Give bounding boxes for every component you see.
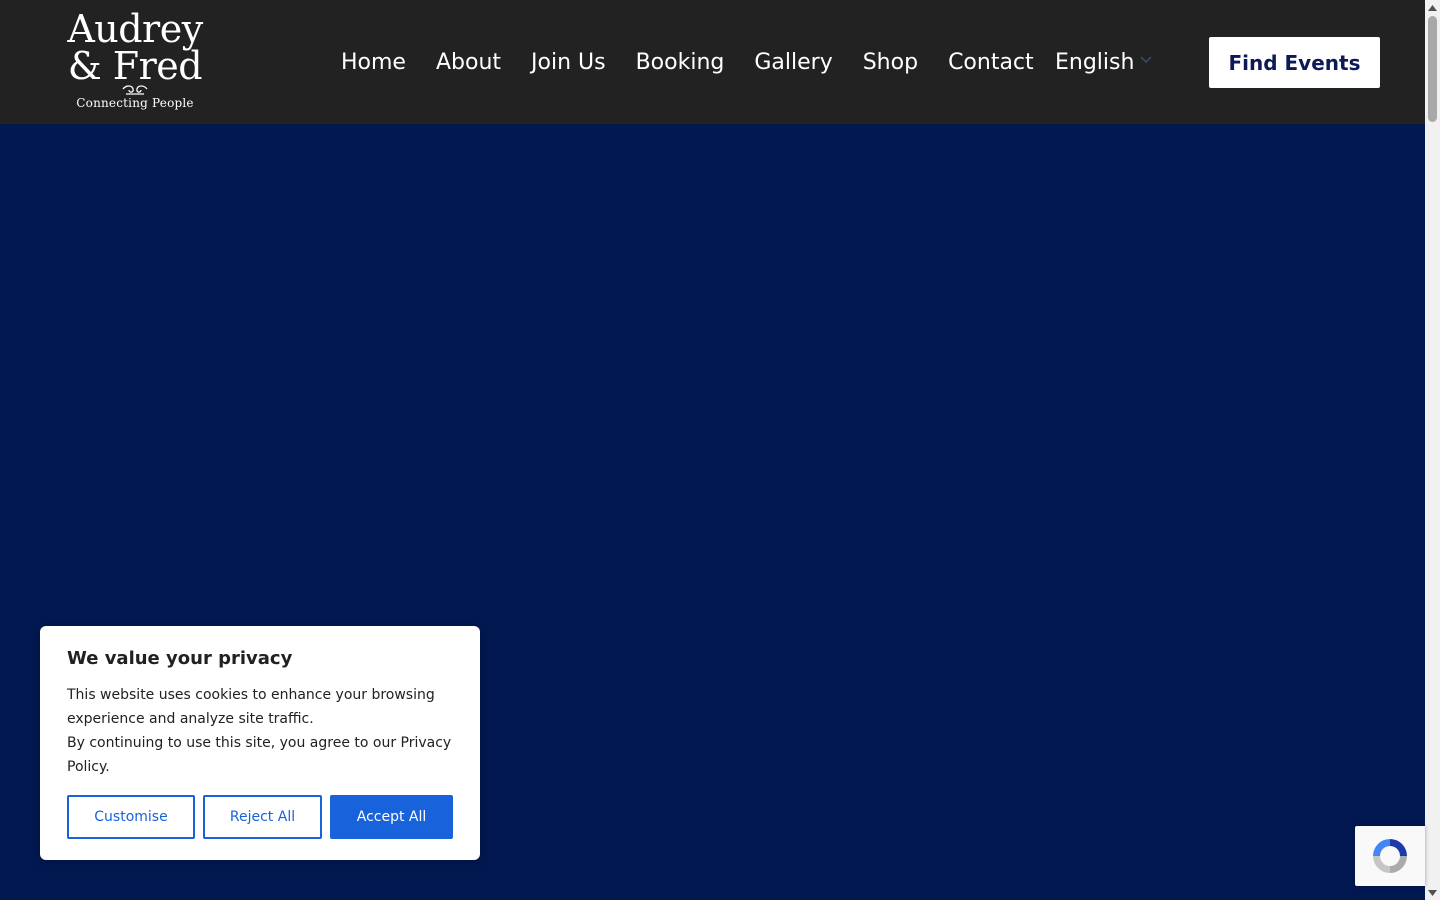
logo-line1: Audrey xyxy=(67,7,203,51)
reject-all-button[interactable]: Reject All xyxy=(203,795,322,839)
nav-item-home[interactable]: Home xyxy=(341,46,406,80)
cookie-description: This website uses cookies to enhance you… xyxy=(67,683,453,779)
nav-item-gallery[interactable]: Gallery xyxy=(754,46,832,80)
customise-button[interactable]: Customise xyxy=(67,795,195,839)
logo-tagline: Connecting People xyxy=(76,96,194,110)
chevron-down-icon xyxy=(1140,56,1153,64)
nav-item-shop[interactable]: Shop xyxy=(863,46,918,80)
page-scrollbar[interactable] xyxy=(1425,0,1440,900)
recaptcha-badge[interactable] xyxy=(1355,826,1425,886)
scroll-up-arrow[interactable] xyxy=(1425,0,1440,15)
chevron-up-icon xyxy=(1428,4,1437,11)
scroll-thumb[interactable] xyxy=(1428,16,1437,122)
cookie-buttons: Customise Reject All Accept All xyxy=(67,795,453,839)
chevron-down-small-icon xyxy=(1428,889,1437,896)
cookie-text-line2: By continuing to use this site, you agre… xyxy=(67,735,452,775)
nav-item-booking[interactable]: Booking xyxy=(636,46,725,80)
site-header: Audrey & Fred Connecting People Home Abo… xyxy=(0,0,1425,124)
scroll-down-arrow[interactable] xyxy=(1425,885,1440,900)
cookie-title: We value your privacy xyxy=(67,648,293,669)
cookie-consent-banner: We value your privacy This website uses … xyxy=(40,626,480,860)
main-nav: Home About Join Us Booking Gallery Shop … xyxy=(341,46,1064,80)
language-label: English xyxy=(1055,50,1135,75)
cookie-text-line1: This website uses cookies to enhance you… xyxy=(67,687,435,727)
nav-item-about[interactable]: About xyxy=(436,46,501,80)
language-switcher[interactable]: English xyxy=(1055,46,1153,80)
logo-line2: & Fred xyxy=(67,44,203,88)
find-events-button[interactable]: Find Events xyxy=(1209,37,1380,88)
site-logo[interactable]: Audrey & Fred Connecting People xyxy=(62,10,208,116)
recaptcha-icon xyxy=(1373,839,1407,873)
accept-all-button[interactable]: Accept All xyxy=(330,795,453,839)
nav-item-join-us[interactable]: Join Us xyxy=(531,46,606,80)
nav-item-contact[interactable]: Contact xyxy=(948,46,1034,80)
